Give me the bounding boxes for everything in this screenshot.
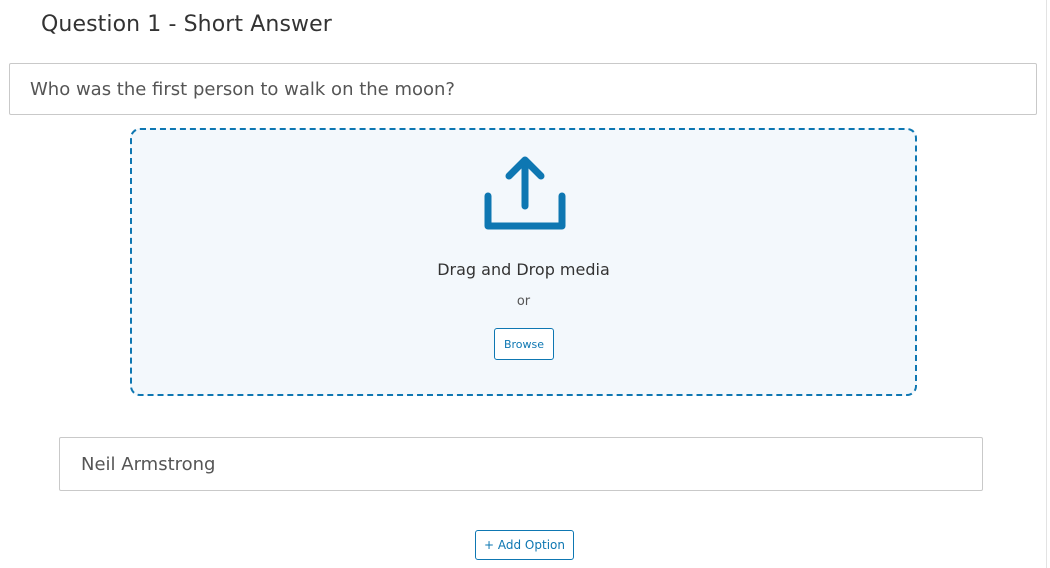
dropzone-or-label: or bbox=[516, 294, 531, 309]
question-title: Question 1 - Short Answer bbox=[41, 12, 332, 37]
dropzone-instructions: Drag and Drop media bbox=[437, 260, 610, 279]
browse-button[interactable]: Browse bbox=[494, 328, 554, 360]
add-option-button[interactable]: + Add Option bbox=[475, 530, 574, 560]
answer-option-field[interactable]: Neil Armstrong bbox=[59, 437, 983, 491]
media-dropzone[interactable]: Drag and Drop media or Browse bbox=[130, 128, 917, 396]
question-text-field[interactable]: Who was the first person to walk on the … bbox=[9, 63, 1037, 115]
panel-divider bbox=[1046, 0, 1047, 568]
question-editor: Question 1 - Short Answer Who was the fi… bbox=[0, 0, 1050, 568]
upload-icon bbox=[484, 156, 566, 230]
